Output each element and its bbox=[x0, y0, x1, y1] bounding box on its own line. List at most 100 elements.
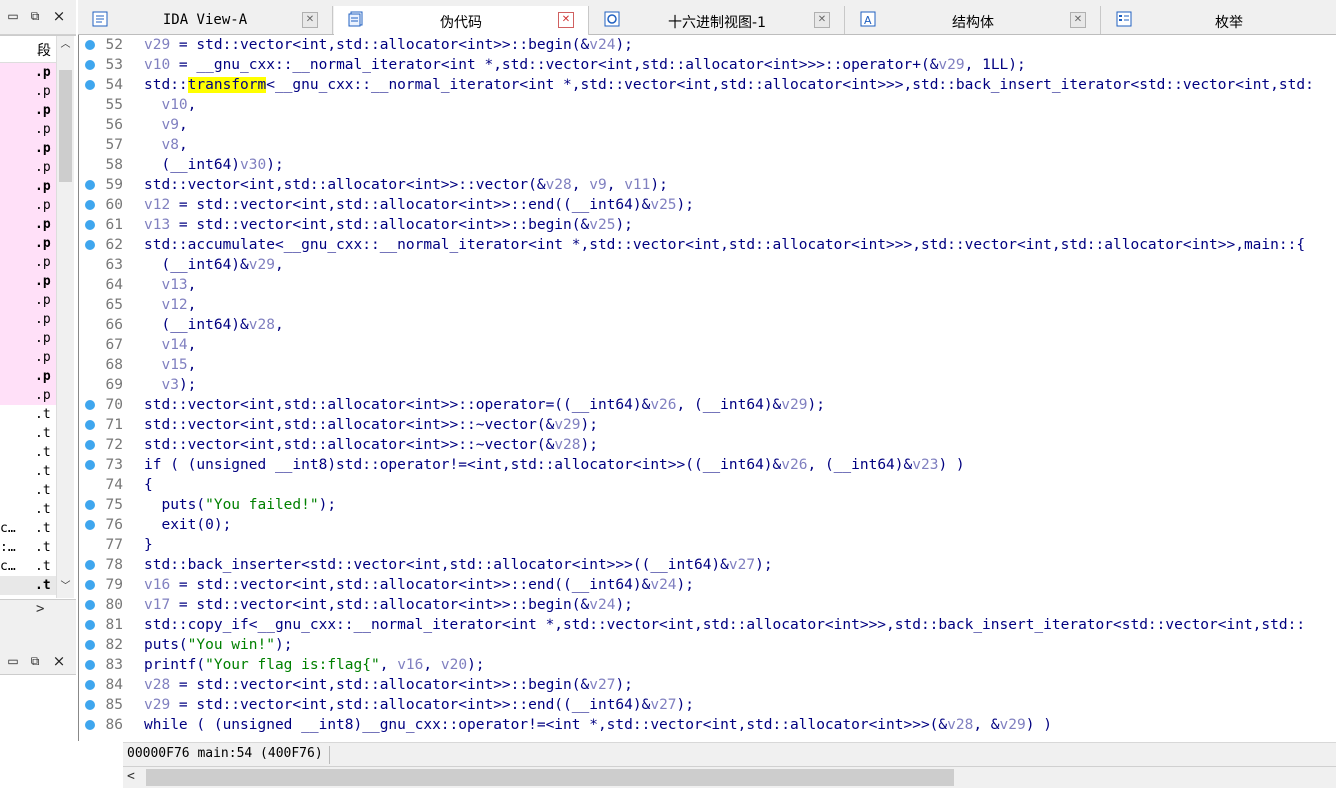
code-text[interactable]: } bbox=[144, 535, 153, 555]
segment-row[interactable]: .t bbox=[0, 462, 56, 481]
code-line[interactable]: 68 v15, bbox=[79, 355, 1336, 375]
scroll-up-icon[interactable]: ︿ bbox=[59, 38, 72, 52]
segment-row[interactable]: .p bbox=[0, 234, 56, 253]
code-line[interactable]: 77} bbox=[79, 535, 1336, 555]
code-text[interactable]: std::vector<int,std::allocator<int>>::ve… bbox=[144, 175, 668, 195]
code-text[interactable]: v9, bbox=[144, 115, 187, 135]
code-text[interactable]: std::vector<int,std::allocator<int>>::~v… bbox=[144, 435, 598, 455]
code-text[interactable]: puts("You win!"); bbox=[144, 635, 292, 655]
breakpoint-dot-icon[interactable] bbox=[85, 500, 95, 510]
code-text[interactable]: v8, bbox=[144, 135, 187, 155]
window-float-icon[interactable]: ⧉ bbox=[28, 654, 42, 668]
segment-row[interactable]: .p bbox=[0, 177, 56, 196]
breakpoint-dot-icon[interactable] bbox=[85, 520, 95, 530]
segment-row[interactable]: .p bbox=[0, 82, 56, 101]
code-text[interactable]: v3); bbox=[144, 375, 196, 395]
tab-close-icon[interactable]: ✕ bbox=[558, 12, 574, 28]
breakpoint-dot-icon[interactable] bbox=[85, 720, 95, 730]
scroll-thumb[interactable] bbox=[59, 70, 72, 182]
code-line[interactable]: 60 v12 = std::vector<int,std::allocator<i… bbox=[79, 195, 1336, 215]
code-line[interactable]: 82 puts("You win!"); bbox=[79, 635, 1336, 655]
code-line[interactable]: 78 std::back_inserter<std::vector<int,std… bbox=[79, 555, 1336, 575]
code-text[interactable]: v10 = __gnu_cxx::__normal_iterator<int *… bbox=[144, 55, 1026, 75]
code-text[interactable]: printf("Your flag is:flag{", v16, v20); bbox=[144, 655, 485, 675]
breakpoint-dot-icon[interactable] bbox=[85, 220, 95, 230]
segment-row[interactable]: .p bbox=[0, 63, 56, 82]
segment-row[interactable]: .p bbox=[0, 196, 56, 215]
code-line[interactable]: 69 v3); bbox=[79, 375, 1336, 395]
code-text[interactable]: std::vector<int,std::allocator<int>>::~v… bbox=[144, 415, 598, 435]
segment-row[interactable]: .p bbox=[0, 291, 56, 310]
pseudocode-horizontal-scrollbar[interactable]: < bbox=[123, 766, 1336, 788]
breakpoint-dot-icon[interactable] bbox=[85, 600, 95, 610]
segments-list[interactable]: 段 .p .p .p .p .p .p .p .p .p .p .p .p .p .p .p .p .p .p .t… bbox=[0, 35, 76, 599]
code-line[interactable]: 83 printf("Your flag is:flag{", v16, v20)… bbox=[79, 655, 1336, 675]
code-line[interactable]: 75 puts("You failed!"); bbox=[79, 495, 1336, 515]
breakpoint-dot-icon[interactable] bbox=[85, 460, 95, 470]
code-line[interactable]: 66 (__int64)&v28, bbox=[79, 315, 1336, 335]
code-line[interactable]: 73 if ( (unsigned __int8)std::operator!=<… bbox=[79, 455, 1336, 475]
segment-row[interactable]: .p bbox=[0, 310, 56, 329]
code-line[interactable]: 64 v13, bbox=[79, 275, 1336, 295]
code-line[interactable]: 76 exit(0); bbox=[79, 515, 1336, 535]
breakpoint-dot-icon[interactable] bbox=[85, 200, 95, 210]
code-text[interactable]: v16 = std::vector<int,std::allocator<int… bbox=[144, 575, 694, 595]
window-restore-icon[interactable]: ▭ bbox=[6, 9, 20, 23]
code-text[interactable]: std::back_inserter<std::vector<int,std::… bbox=[144, 555, 773, 575]
breakpoint-dot-icon[interactable] bbox=[85, 560, 95, 570]
breakpoint-dot-icon[interactable] bbox=[85, 60, 95, 70]
code-text[interactable]: v17 = std::vector<int,std::allocator<int… bbox=[144, 595, 633, 615]
code-line[interactable]: 72 std::vector<int,std::allocator<int>>::… bbox=[79, 435, 1336, 455]
breakpoint-dot-icon[interactable] bbox=[85, 180, 95, 190]
breakpoint-dot-icon[interactable] bbox=[85, 700, 95, 710]
segment-row[interactable]: .t bbox=[0, 424, 56, 443]
tab-structures[interactable]: A 结构体 ✕ bbox=[846, 6, 1101, 34]
breakpoint-dot-icon[interactable] bbox=[85, 400, 95, 410]
segment-row[interactable]: .t bbox=[0, 443, 56, 462]
code-line[interactable]: 58 (__int64)v30); bbox=[79, 155, 1336, 175]
code-text[interactable]: { bbox=[144, 475, 153, 495]
window-float-icon[interactable]: ⧉ bbox=[28, 9, 42, 23]
pseudocode-editor[interactable]: 52 v29 = std::vector<int,std::allocator<i… bbox=[78, 35, 1336, 741]
code-line[interactable]: 61 v13 = std::vector<int,std::allocator<i… bbox=[79, 215, 1336, 235]
tab-close-icon[interactable]: ✕ bbox=[814, 12, 830, 28]
segment-row[interactable]: .t bbox=[0, 481, 56, 500]
code-text[interactable]: (__int64)&v28, bbox=[144, 315, 283, 335]
segment-row[interactable]: .p bbox=[0, 348, 56, 367]
code-text[interactable]: v12 = std::vector<int,std::allocator<int… bbox=[144, 195, 694, 215]
scroll-thumb[interactable] bbox=[146, 769, 954, 786]
code-line[interactable]: 74 { bbox=[79, 475, 1336, 495]
breakpoint-dot-icon[interactable] bbox=[85, 680, 95, 690]
code-line[interactable]: 62 std::accumulate<__gnu_cxx::__normal_it… bbox=[79, 235, 1336, 255]
code-line[interactable]: 70 std::vector<int,std::allocator<int>>::… bbox=[79, 395, 1336, 415]
code-text[interactable]: v14, bbox=[144, 335, 196, 355]
code-text[interactable]: (__int64)v30); bbox=[144, 155, 283, 175]
breakpoint-dot-icon[interactable] bbox=[85, 580, 95, 590]
scroll-right-icon[interactable]: > bbox=[36, 601, 44, 617]
code-text[interactable]: v10, bbox=[144, 95, 196, 115]
tab-close-icon[interactable]: ✕ bbox=[302, 12, 318, 28]
code-text[interactable]: v13 = std::vector<int,std::allocator<int… bbox=[144, 215, 633, 235]
tab-close-icon[interactable]: ✕ bbox=[1070, 12, 1086, 28]
code-line[interactable]: 81 std::copy_if<__gnu_cxx::__normal_itera… bbox=[79, 615, 1336, 635]
code-line[interactable]: 67 v14, bbox=[79, 335, 1336, 355]
code-line[interactable]: 56 v9, bbox=[79, 115, 1336, 135]
scroll-left-icon[interactable]: < bbox=[127, 769, 135, 784]
code-line[interactable]: 85 v29 = std::vector<int,std::allocator<i… bbox=[79, 695, 1336, 715]
segment-row[interactable]: .t bbox=[0, 405, 56, 424]
code-line[interactable]: 57 v8, bbox=[79, 135, 1336, 155]
code-text[interactable]: std::accumulate<__gnu_cxx::__normal_iter… bbox=[144, 235, 1305, 255]
code-line[interactable]: 79 v16 = std::vector<int,std::allocator<i… bbox=[79, 575, 1336, 595]
segment-row[interactable]: .p bbox=[0, 101, 56, 120]
code-line[interactable]: 80 v17 = std::vector<int,std::allocator<i… bbox=[79, 595, 1336, 615]
breakpoint-dot-icon[interactable] bbox=[85, 660, 95, 670]
code-text[interactable]: (__int64)&v29, bbox=[144, 255, 283, 275]
segment-row[interactable]: .t c… bbox=[0, 557, 56, 576]
code-text[interactable]: v15, bbox=[144, 355, 196, 375]
code-line[interactable]: 54 std::transform<__gnu_cxx::__normal_ite… bbox=[79, 75, 1336, 95]
code-text[interactable]: if ( (unsigned __int8)std::operator!=<in… bbox=[144, 455, 965, 475]
segment-row[interactable]: .p bbox=[0, 120, 56, 139]
segment-row[interactable]: .p bbox=[0, 215, 56, 234]
code-text[interactable]: v29 = std::vector<int,std::allocator<int… bbox=[144, 695, 694, 715]
scroll-down-icon[interactable]: ﹀ bbox=[59, 580, 72, 594]
